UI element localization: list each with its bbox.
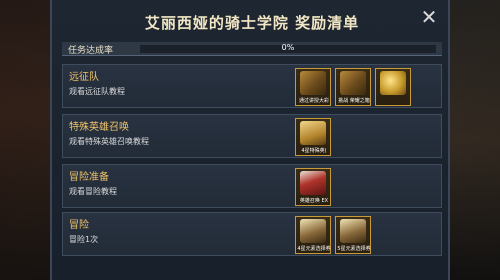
reward-row-expedition: 远征队 观看远征队教程 通过讲授大彩 挑战 荣耀之箱 xyxy=(62,64,442,108)
row-title: 远征队 xyxy=(69,72,99,83)
row-subtitle: 观看特殊英雄召唤教程 xyxy=(69,137,149,146)
reward-item[interactable]: 5星元素选择券 xyxy=(335,216,371,254)
reward-caption: 4星元素选择券 xyxy=(297,246,331,252)
mission-progress: 任务达成率 0% xyxy=(62,42,442,56)
reward-item[interactable]: 英雄召唤 EX xyxy=(295,168,331,206)
hero-card-icon xyxy=(300,121,326,145)
reward-item[interactable]: 4星特殊英( xyxy=(295,118,331,156)
reward-caption: 通过讲授大彩 xyxy=(298,98,329,104)
gold-coins-icon xyxy=(380,71,406,95)
close-icon[interactable]: ✕ xyxy=(418,6,440,28)
reward-caption: 英雄召唤 EX xyxy=(299,198,329,204)
row-title: 冒险准备 xyxy=(69,172,109,183)
treasure-chest-icon xyxy=(300,71,326,95)
reward-item[interactable]: 通过讲授大彩 xyxy=(295,68,331,106)
reward-item[interactable]: 4星元素选择券 xyxy=(295,216,331,254)
reward-row-adventure-prep: 冒险准备 观看冒险教程 英雄召唤 EX xyxy=(62,164,442,208)
hero-card-icon xyxy=(340,219,366,243)
progress-track: 0% xyxy=(140,43,436,53)
reward-list-dialog: 艾丽西娅的骑士学院 奖励清单 ✕ 任务达成率 0% 远征队 观看远征队教程 通过… xyxy=(50,0,450,280)
reward-caption: 4星特殊英( xyxy=(301,148,327,154)
progress-value: 0% xyxy=(281,43,295,52)
reward-item[interactable] xyxy=(375,68,411,106)
reward-caption: 挑战 荣耀之箱 xyxy=(338,98,370,104)
treasure-chest-icon xyxy=(340,71,366,95)
progress-label: 任务达成率 xyxy=(68,46,114,56)
hero-card-icon xyxy=(300,171,326,195)
game-screen: 艾丽西娅的骑士学院 奖励清单 ✕ 任务达成率 0% 远征队 观看远征队教程 通过… xyxy=(0,0,500,280)
row-title: 特殊英雄召唤 xyxy=(69,122,129,133)
reward-caption: 5星元素选择券 xyxy=(337,246,371,252)
reward-item[interactable]: 挑战 荣耀之箱 xyxy=(335,68,371,106)
row-subtitle: 观看远征队教程 xyxy=(69,87,125,96)
row-subtitle: 观看冒险教程 xyxy=(69,187,117,196)
reward-row-adventure: 冒险 冒险1次 4星元素选择券 5星元素选择券 xyxy=(62,212,442,256)
reward-row-special-summon: 特殊英雄召唤 观看特殊英雄召唤教程 4星特殊英( xyxy=(62,114,442,158)
hero-card-icon xyxy=(300,219,326,243)
dialog-title: 艾丽西娅的骑士学院 奖励清单 xyxy=(144,14,360,32)
row-title: 冒险 xyxy=(69,220,89,231)
row-subtitle: 冒险1次 xyxy=(69,235,99,244)
